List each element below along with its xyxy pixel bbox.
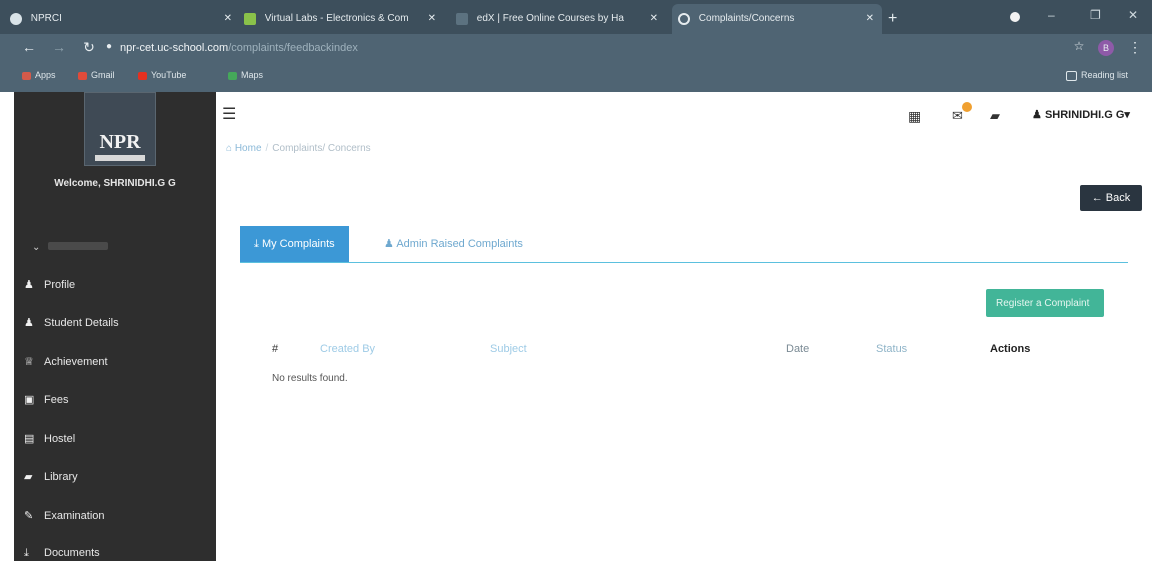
sidebar: NPR Welcome, SHRINIDHI.G G ⌄ ♟ Profile ♟ S… [14,92,216,561]
welcome-text: Welcome, SHRINIDHI.G G [54,178,176,189]
address-bar: ← → ↻ ● npr-cet.uc-school.com/complaints… [0,34,1152,62]
back-arrow-icon[interactable]: ← [20,39,38,55]
home-icon: ⌂ [226,143,233,154]
more-menu-icon[interactable]: ⋮ [1126,39,1144,56]
browser-tab-complaints[interactable]: Complaints/Concerns ✕ [672,4,882,34]
complaint-tabs: ⤓ My Complaints ♟ Admin Raised Complaint… [240,226,1128,263]
table-header-created-by[interactable]: Created By [320,343,375,355]
close-icon[interactable]: ✕ [224,4,232,34]
reload-icon[interactable]: ↻ [80,39,98,56]
back-button[interactable]: ← Back [1080,185,1142,211]
sidebar-item-hostel[interactable]: ▤ Hostel [24,432,75,445]
sidebar-item-profile[interactable]: ♟ Profile [24,278,75,291]
breadcrumb-home[interactable]: Home [235,143,262,154]
caret-down-icon: ▾ [1124,109,1130,121]
bookmarks-bar: Apps Gmail YouTube Maps Reading list [0,62,1152,92]
globe-icon [10,13,22,25]
table-header-status[interactable]: Status [876,343,907,355]
browser-tab-virtual-labs[interactable]: Virtual Labs - Electronics & Com ✕ [244,4,444,34]
users-icon: ♟ [24,317,34,329]
bookmark-youtube[interactable]: YouTube [138,70,186,80]
college-logo: NPR [84,92,156,166]
register-complaint-button[interactable]: Register a Complaint [986,289,1104,317]
breadcrumb: ⌂ Home / Complaints/ Concerns [226,143,371,154]
close-window-icon[interactable]: ✕ [1128,8,1138,22]
lock-icon: ● [105,41,113,52]
browser-tab-edx[interactable]: edX | Free Online Courses by Ha ✕ [456,4,666,34]
breadcrumb-current: Complaints/ Concerns [272,143,371,154]
record-icon[interactable] [1010,12,1020,22]
reading-list-button[interactable]: Reading list [1066,70,1128,81]
user-menu[interactable]: ♟ SHRINIDHI.G G▾ [1032,108,1130,121]
building-icon: ▤ [24,433,35,445]
youtube-icon [138,71,147,80]
chevron-down-icon[interactable]: ⌄ [32,242,40,253]
notification-badge [962,102,972,112]
close-icon[interactable]: ✕ [428,4,436,34]
reading-list-icon [1066,70,1077,81]
browser-tab-bar: NPRCI ✕ Virtual Labs - Electronics & Com… [0,0,1152,34]
book-icon[interactable]: ▰ [990,108,1000,124]
bookmark-apps[interactable]: Apps [22,70,56,80]
trophy-icon: ♕ [24,356,34,368]
table-header-date[interactable]: Date [786,343,809,355]
bookmark-gmail[interactable]: Gmail [78,70,115,80]
bookmark-maps[interactable]: Maps [228,70,263,80]
close-icon[interactable]: ✕ [866,4,874,34]
table-header-actions: Actions [990,343,1031,355]
user-icon: ♟ [384,238,394,250]
arrow-left-icon: ← [1091,192,1103,204]
money-icon: ▣ [24,394,35,406]
url-field[interactable]: npr-cet.uc-school.com/complaints/feedbac… [120,38,1040,58]
sidebar-item-library[interactable]: ▰ Library [24,470,78,483]
download-icon: ⤓ [254,238,259,250]
sidebar-item-achievement[interactable]: ♕ Achievement [24,355,108,368]
edx-icon [456,13,468,25]
maps-icon [228,71,237,80]
sidebar-item-student-details[interactable]: ♟ Student Details [24,316,119,329]
sidebar-item-fees[interactable]: ▣ Fees [24,393,68,406]
profile-avatar[interactable]: B [1098,40,1114,56]
restore-icon[interactable]: ❐ [1090,8,1101,22]
envelope-icon[interactable]: ✉ [952,108,963,124]
download-icon: ⤓ [24,547,29,559]
minimize-icon[interactable]: – [1048,8,1055,22]
star-icon[interactable]: ☆ [1070,39,1088,53]
pencil-icon: ✎ [24,510,34,522]
browser-chrome: NPRCI ✕ Virtual Labs - Electronics & Com… [0,0,1152,92]
user-icon: ♟ [24,279,34,291]
book-icon: ▰ [24,471,33,483]
tab-admin-raised-complaints[interactable]: ♟ Admin Raised Complaints [370,226,537,262]
sidebar-item-documents[interactable]: ⤓ Documents [24,547,100,560]
new-tab-button[interactable]: + [888,4,908,34]
sidebar-item-home[interactable] [48,242,108,250]
apps-icon [22,71,31,80]
browser-tab-nprci[interactable]: NPRCI ✕ [10,4,240,34]
sidebar-item-examination[interactable]: ✎ Examination [24,509,105,522]
gmail-icon [78,71,87,80]
user-icon: ♟ [1032,109,1042,121]
virtual-labs-icon [244,13,256,25]
table-header-number: # [272,343,279,355]
forward-arrow-icon[interactable]: → [50,39,68,55]
calendar-icon[interactable]: ▦ [908,108,921,125]
close-icon[interactable]: ✕ [650,4,658,34]
table-header-subject[interactable]: Subject [490,343,527,355]
empty-table-message: No results found. [272,373,348,384]
hamburger-menu-icon[interactable]: ☰ [222,104,236,124]
tab-my-complaints[interactable]: ⤓ My Complaints [240,226,349,262]
loading-icon [678,13,690,25]
